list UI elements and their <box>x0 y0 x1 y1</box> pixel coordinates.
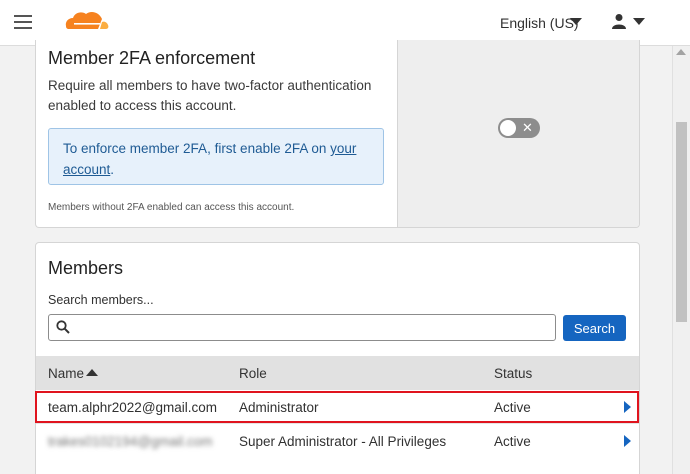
row-expand-arrow-icon[interactable] <box>624 435 631 447</box>
column-header-name[interactable]: Name <box>48 366 84 381</box>
enable-2fa-notice: To enforce member 2FA, first enable 2FA … <box>48 128 384 185</box>
member-role: Super Administrator - All Privileges <box>239 434 447 449</box>
sort-ascending-icon[interactable] <box>86 369 98 376</box>
column-header-status: Status <box>494 366 533 381</box>
language-caret-icon[interactable] <box>570 18 582 25</box>
scroll-up-arrow-icon[interactable] <box>676 49 686 55</box>
search-icon <box>56 320 70 334</box>
notice-suffix: . <box>110 162 115 177</box>
scrollbar-thumb[interactable] <box>676 122 687 322</box>
search-members-label: Search members... <box>48 293 154 307</box>
toggle-knob <box>500 120 516 136</box>
toggle-off-icon: ✕ <box>522 120 533 135</box>
column-header-role: Role <box>239 366 267 381</box>
user-caret-icon[interactable] <box>633 18 645 25</box>
search-button[interactable]: Search <box>563 315 626 341</box>
row-highlight-box <box>35 391 639 423</box>
members-table-header <box>36 356 639 390</box>
member-2fa-description: Require all members to have two-factor a… <box>48 78 372 113</box>
search-members-input[interactable] <box>48 314 556 341</box>
member-email-redacted: trakes0102194@gmail.com <box>48 434 213 449</box>
member-status: Active <box>494 434 531 449</box>
cloudflare-logo[interactable] <box>62 9 110 33</box>
language-selector[interactable]: English (US) <box>500 15 579 31</box>
notice-text: To enforce member 2FA, first enable 2FA … <box>63 141 331 156</box>
menu-icon[interactable] <box>14 14 32 30</box>
members-title: Members <box>48 258 124 278</box>
user-icon[interactable] <box>611 13 627 29</box>
member-2fa-title: Member 2FA enforcement <box>48 48 256 68</box>
member-2fa-footnote: Members without 2FA enabled can access t… <box>48 202 295 213</box>
member-2fa-toggle[interactable]: ✕ <box>498 118 540 138</box>
